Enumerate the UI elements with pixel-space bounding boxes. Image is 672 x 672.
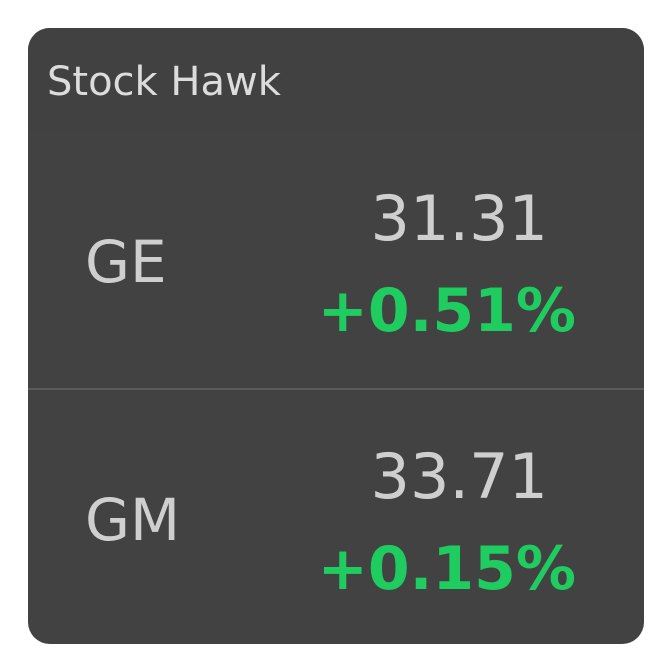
widget-title: Stock Hawk xyxy=(47,59,281,105)
stock-change: +0.51% xyxy=(317,276,576,346)
stock-row-gm[interactable]: GM 33.71 +0.15% xyxy=(28,390,644,644)
stock-price: 31.31 xyxy=(370,182,549,255)
stock-symbol: GM xyxy=(85,486,180,554)
stock-change: +0.15% xyxy=(317,534,576,604)
stock-list[interactable]: GE 31.31 +0.51% GM 33.71 +0.15% xyxy=(28,132,644,644)
stock-price: 33.71 xyxy=(370,440,549,513)
stock-row-ge[interactable]: GE 31.31 +0.51% xyxy=(28,132,644,388)
stock-widget: Stock Hawk GE 31.31 +0.51% GM 33.71 +0.1… xyxy=(28,28,644,644)
widget-header[interactable]: Stock Hawk xyxy=(28,28,644,132)
stock-symbol: GE xyxy=(85,228,167,296)
